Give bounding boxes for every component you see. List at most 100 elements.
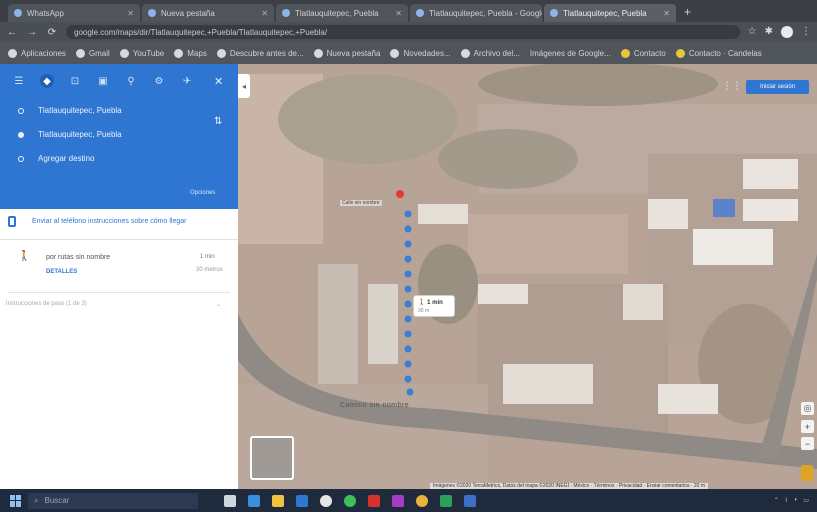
- transit-icon[interactable]: ▣: [96, 74, 110, 88]
- volume-icon[interactable]: ◖: [794, 497, 798, 504]
- acrobat-icon[interactable]: [368, 494, 380, 507]
- address-bar[interactable]: google.com/maps/dir/Tlatlauquitepec,+Pue…: [66, 25, 740, 39]
- compass-icon[interactable]: ◎: [801, 402, 814, 415]
- bookmark[interactable]: YouTube: [119, 48, 164, 58]
- browser-tab[interactable]: Tlatlauquitepec, Puebla ✕: [276, 4, 408, 22]
- zoom-in-button[interactable]: +: [801, 420, 814, 433]
- browser-tab[interactable]: Nueva pestaña ✕: [142, 4, 274, 22]
- bookmark[interactable]: Novedades...: [390, 48, 451, 58]
- browser-tab[interactable]: Tlatlauquitepec, Puebla - Google Maps✕: [410, 4, 542, 22]
- chevron-down-icon[interactable]: ⌄: [216, 301, 221, 308]
- profile-avatar[interactable]: [781, 26, 793, 38]
- forward-icon[interactable]: →: [26, 27, 38, 38]
- notifications-icon[interactable]: ▭: [803, 497, 809, 504]
- taskbar-search[interactable]: ⌕ Buscar: [28, 492, 198, 509]
- bookmark-label: Imágenes de Google...: [529, 48, 611, 58]
- directions-panel: ☰ ◆ ⊡ ▣ ⚲ ⚙ ✈ ✕ Tlatlauquitepec, Puebla …: [0, 64, 238, 489]
- swap-icon[interactable]: ⇅: [214, 116, 222, 127]
- origin-text: Tlatlauquitepec, Puebla: [38, 106, 122, 115]
- route-info-bubble[interactable]: 🚶 1 min 30 m: [413, 295, 455, 317]
- windows-start-icon[interactable]: [10, 494, 22, 507]
- apps-icon: [8, 48, 17, 58]
- bookmark[interactable]: Aplicaciones: [8, 48, 66, 58]
- bookmark-label: Aplicaciones: [21, 48, 66, 58]
- app-icon[interactable]: [416, 494, 428, 507]
- bookmark-label: Descubre antes de...: [229, 48, 304, 58]
- browser-tab[interactable]: WhatsApp ✕: [8, 4, 140, 22]
- toolbar-right: ☆ ✱ ⋮: [748, 26, 811, 38]
- destination-pin-icon[interactable]: [396, 190, 404, 198]
- satellite-map[interactable]: [238, 64, 817, 489]
- tab-close-icon[interactable]: ✕: [261, 9, 268, 18]
- mail-icon[interactable]: [296, 494, 308, 507]
- bookmark-label: Novedades...: [403, 48, 451, 58]
- tab-label: Nueva pestaña: [161, 8, 215, 18]
- car-icon[interactable]: ⊡: [68, 74, 82, 88]
- close-icon[interactable]: ✕: [214, 75, 223, 88]
- browser-tab-active[interactable]: Tlatlauquitepec, Puebla ✕: [544, 4, 676, 22]
- steps-hint: Instrucciones de paso (1 de 3): [6, 301, 87, 307]
- bookmark-icon: [313, 48, 323, 58]
- file-explorer-icon[interactable]: [272, 494, 284, 507]
- origin-field[interactable]: Tlatlauquitepec, Puebla: [18, 106, 122, 115]
- tab-close-icon[interactable]: ✕: [127, 9, 134, 18]
- chrome-icon[interactable]: [320, 494, 332, 507]
- bookmark-icon: [620, 48, 630, 58]
- tab-label: WhatsApp: [27, 8, 64, 18]
- tab-favicon-icon: [14, 9, 22, 17]
- bookmark-icon: [216, 48, 226, 58]
- network-icon[interactable]: ⌇: [785, 497, 788, 504]
- route-title[interactable]: por rutas sin nombre: [46, 254, 110, 261]
- best-route-icon[interactable]: ◆: [40, 74, 54, 88]
- edge-icon[interactable]: [248, 494, 260, 507]
- flight-icon[interactable]: ✈: [180, 74, 194, 88]
- bookmark[interactable]: Maps: [174, 48, 207, 58]
- bookmark[interactable]: Contacto: [620, 48, 666, 58]
- youtube-icon: [119, 48, 129, 58]
- pegman-icon[interactable]: [801, 465, 813, 481]
- send-to-phone-label: Enviar al teléfono instrucciones sobre c…: [32, 218, 187, 225]
- maps-icon: [174, 48, 184, 58]
- back-icon[interactable]: ←: [6, 27, 18, 38]
- search-placeholder: Buscar: [44, 496, 70, 505]
- extensions-icon[interactable]: ✱: [765, 26, 773, 38]
- bookmark[interactable]: Contacto · Candelas: [675, 48, 762, 58]
- collapse-panel-button[interactable]: ◂: [238, 74, 250, 98]
- bike-icon[interactable]: ⚙: [152, 74, 166, 88]
- layers-thumbnail[interactable]: [250, 436, 294, 480]
- details-link[interactable]: DETALLES: [46, 269, 77, 275]
- word-icon[interactable]: [464, 494, 476, 507]
- browser-toolbar: ← → ⟳ google.com/maps/dir/Tlatlauquitepe…: [0, 22, 817, 42]
- apps-grid-icon[interactable]: ⋮⋮: [722, 81, 742, 93]
- send-to-phone[interactable]: Enviar al teléfono instrucciones sobre c…: [8, 216, 186, 227]
- add-destination[interactable]: Agregar destino: [18, 154, 94, 163]
- taskbar: ⌕ Buscar ⌃ ⌇ ◖ ▭: [0, 489, 817, 512]
- tab-close-icon[interactable]: ✕: [663, 9, 670, 18]
- walk-icon[interactable]: ⚲: [124, 74, 138, 88]
- bookmark[interactable]: Descubre antes de...: [216, 48, 304, 58]
- destination-text: Tlatlauquitepec, Puebla: [38, 130, 122, 139]
- bookmarks-bar: Aplicaciones Gmail YouTube Maps Descubre…: [0, 42, 817, 64]
- menu-icon[interactable]: ☰: [12, 74, 26, 88]
- chevron-up-icon[interactable]: ⌃: [774, 497, 779, 504]
- app-icon[interactable]: [392, 494, 404, 507]
- zoom-out-button[interactable]: −: [801, 437, 814, 450]
- new-tab-icon[interactable]: +: [678, 5, 697, 22]
- tab-close-icon[interactable]: ✕: [395, 9, 402, 18]
- destination-field[interactable]: Tlatlauquitepec, Puebla: [18, 130, 122, 139]
- star-icon[interactable]: ☆: [748, 26, 757, 38]
- whatsapp-icon[interactable]: [344, 494, 356, 507]
- reload-icon[interactable]: ⟳: [46, 27, 58, 38]
- origin-dot-icon: [18, 107, 24, 114]
- signin-button[interactable]: Iniciar sesión: [746, 80, 809, 94]
- excel-icon[interactable]: [440, 494, 452, 507]
- bookmark[interactable]: Nueva pestaña: [313, 48, 380, 58]
- route-distance: 30 metros: [196, 267, 223, 273]
- bookmark[interactable]: Gmail: [75, 48, 110, 58]
- tab-label: Tlatlauquitepec, Puebla: [295, 8, 379, 18]
- menu-icon[interactable]: ⋮: [801, 26, 811, 38]
- bookmark[interactable]: Archivo del...: [460, 48, 520, 58]
- bookmark[interactable]: Imágenes de Google...: [530, 49, 611, 58]
- task-view-icon[interactable]: [224, 494, 236, 507]
- options-link[interactable]: Opciones: [190, 190, 215, 196]
